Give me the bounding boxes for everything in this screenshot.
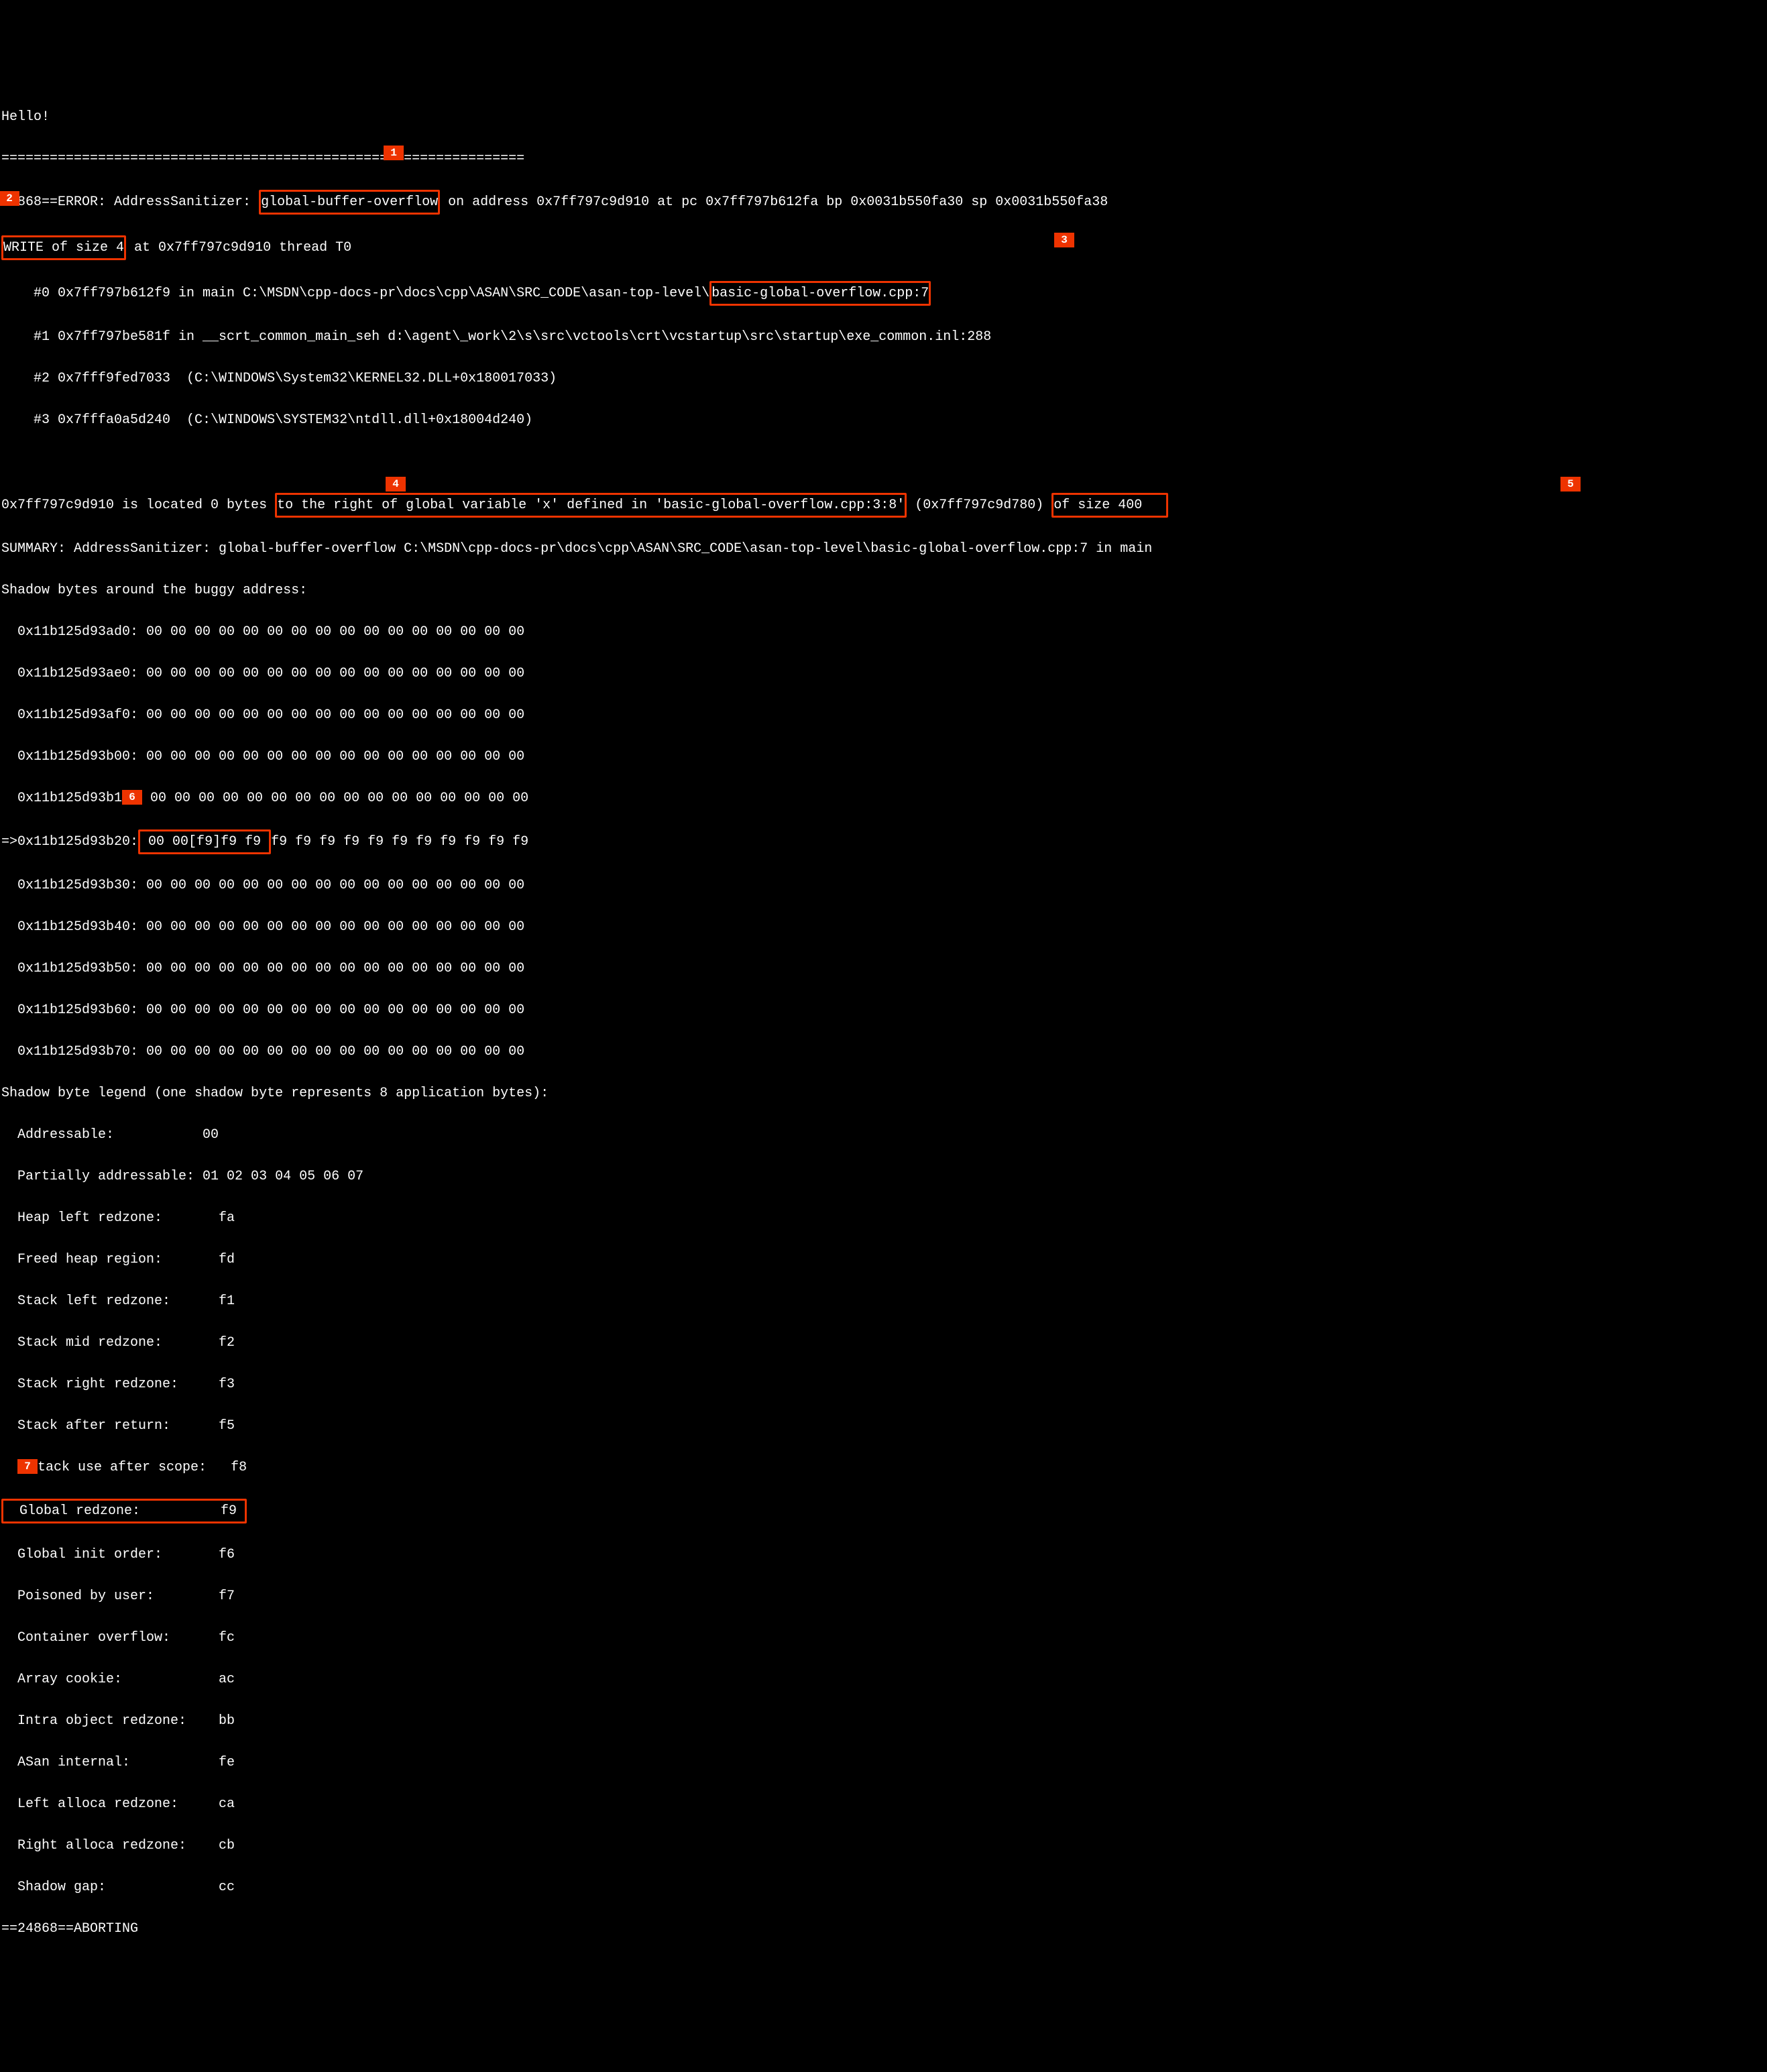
shadow-row-highlight: =>0x11b125d93b20: 00 00[f9]f9 f9 f9 f9 f… xyxy=(1,829,1766,854)
abort-line: ==24868==ABORTING xyxy=(1,1918,1766,1939)
located-mid: (0x7ff797c9d780) xyxy=(907,498,1051,513)
shadow-row: 0x11b125d93b50: 00 00 00 00 00 00 00 00 … xyxy=(1,958,1766,979)
legend-row: Poisoned by user: f7 xyxy=(1,1586,1766,1607)
shadow-row-left: 0x11b125d93b1 xyxy=(1,791,122,806)
located-left: 0x7ff797c9d910 is located 0 bytes xyxy=(1,498,275,513)
located-box-4: to the right of global variable 'x' defi… xyxy=(275,493,907,518)
shadow-row-marker6: 0x11b125d93b16 00 00 00 00 00 00 00 00 0… xyxy=(1,788,1766,809)
stack-frame-2: #2 0x7fff9fed7033 (C:\WINDOWS\System32\K… xyxy=(1,368,1766,389)
legend-row-right: tack use after scope: f8 xyxy=(38,1460,247,1475)
error-prefix: 24868==ERROR: AddressSanitizer: xyxy=(1,194,259,210)
legend-row: Stack mid redzone: f2 xyxy=(1,1332,1766,1353)
legend-row: Stack right redzone: f3 xyxy=(1,1374,1766,1395)
legend-row: Stack left redzone: f1 xyxy=(1,1291,1766,1312)
error-type-box: global-buffer-overflow xyxy=(259,190,440,215)
legend-row: ASan internal: fe xyxy=(1,1752,1766,1773)
shadow-row: 0x11b125d93ae0: 00 00 00 00 00 00 00 00 … xyxy=(1,663,1766,684)
legend-row: Container overflow: fc xyxy=(1,1627,1766,1648)
callout-5: 5 xyxy=(1560,477,1581,492)
callout-7: 7 xyxy=(17,1459,38,1474)
summary-line: SUMMARY: AddressSanitizer: global-buffer… xyxy=(1,538,1766,559)
located-box-5: of size 400 xyxy=(1051,493,1168,518)
greeting-line: Hello! xyxy=(1,107,1766,127)
error-line: 224868==ERROR: AddressSanitizer: global-… xyxy=(1,190,1766,215)
legend-row-marker7: 7tack use after scope: f8 xyxy=(1,1457,1766,1478)
legend-row: Addressable: 00 xyxy=(1,1125,1766,1145)
legend-row: Intra object redzone: bb xyxy=(1,1711,1766,1731)
legend-row: Array cookie: ac xyxy=(1,1669,1766,1690)
legend-row: Left alloca redzone: ca xyxy=(1,1794,1766,1815)
write-box: WRITE of size 4 xyxy=(1,235,126,260)
separator-line: 1=======================================… xyxy=(1,148,1766,169)
shadow-highlight-right: f9 f9 f9 f9 f9 f9 f9 f9 f9 f9 f9 xyxy=(271,834,528,850)
global-redzone-box: Global redzone: f9 xyxy=(1,1499,247,1523)
error-suffix: on address 0x7ff797c9d910 at pc 0x7ff797… xyxy=(440,194,1108,210)
legend-global-redzone: Global redzone: f9 xyxy=(1,1499,1766,1523)
shadow-row: 0x11b125d93b00: 00 00 00 00 00 00 00 00 … xyxy=(1,746,1766,767)
shadow-row: 0x11b125d93af0: 00 00 00 00 00 00 00 00 … xyxy=(1,705,1766,726)
legend-row: Stack after return: f5 xyxy=(1,1416,1766,1436)
write-suffix: at 0x7ff797c9d910 thread T0 xyxy=(126,240,351,255)
shadow-header: Shadow bytes around the buggy address: xyxy=(1,580,1766,601)
shadow-row: 0x11b125d93b70: 00 00 00 00 00 00 00 00 … xyxy=(1,1041,1766,1062)
legend-row-left xyxy=(1,1460,17,1475)
shadow-row: 0x11b125d93ad0: 00 00 00 00 00 00 00 00 … xyxy=(1,622,1766,642)
callout-4: 4 xyxy=(386,477,406,492)
separator-text: ========================================… xyxy=(1,151,524,166)
located-line: 450x7ff797c9d910 is located 0 bytes to t… xyxy=(1,493,1766,518)
shadow-row: 0x11b125d93b60: 00 00 00 00 00 00 00 00 … xyxy=(1,1000,1766,1021)
blank-line xyxy=(1,451,1766,472)
legend-row: Right alloca redzone: cb xyxy=(1,1835,1766,1856)
write-line: 3 WRITE of size 4 at 0x7ff797c9d910 threa… xyxy=(1,235,1766,260)
shadow-row: 0x11b125d93b40: 00 00 00 00 00 00 00 00 … xyxy=(1,917,1766,937)
callout-3: 3 xyxy=(1054,233,1074,247)
terminal-output: Hello! 1================================… xyxy=(0,83,1767,1968)
stack-frame-0-left: #0 0x7ff797b612f9 in main C:\MSDN\cpp-do… xyxy=(1,286,709,301)
callout-6: 6 xyxy=(122,790,142,805)
stack-frame-1: #1 0x7ff797be581f in __scrt_common_main_… xyxy=(1,327,1766,347)
legend-row: Freed heap region: fd xyxy=(1,1249,1766,1270)
shadow-highlight-box: 00 00[f9]f9 f9 xyxy=(138,829,271,854)
callout-2: 2 xyxy=(0,191,19,206)
stack-frame-0: #0 0x7ff797b612f9 in main C:\MSDN\cpp-do… xyxy=(1,281,1766,306)
legend-header: Shadow byte legend (one shadow byte repr… xyxy=(1,1083,1766,1104)
legend-row: Partially addressable: 01 02 03 04 05 06… xyxy=(1,1166,1766,1187)
legend-row: Global init order: f6 xyxy=(1,1544,1766,1565)
shadow-row-right: 00 00 00 00 00 00 00 00 00 00 00 00 00 0… xyxy=(142,791,528,806)
source-location-box: basic-global-overflow.cpp:7 xyxy=(709,281,931,306)
stack-frame-3: #3 0x7fffa0a5d240 (C:\WINDOWS\SYSTEM32\n… xyxy=(1,410,1766,430)
legend-row: Heap left redzone: fa xyxy=(1,1208,1766,1228)
callout-1: 1 xyxy=(384,146,404,160)
legend-row: Shadow gap: cc xyxy=(1,1877,1766,1898)
shadow-row: 0x11b125d93b30: 00 00 00 00 00 00 00 00 … xyxy=(1,875,1766,896)
shadow-highlight-left: =>0x11b125d93b20: xyxy=(1,834,138,850)
